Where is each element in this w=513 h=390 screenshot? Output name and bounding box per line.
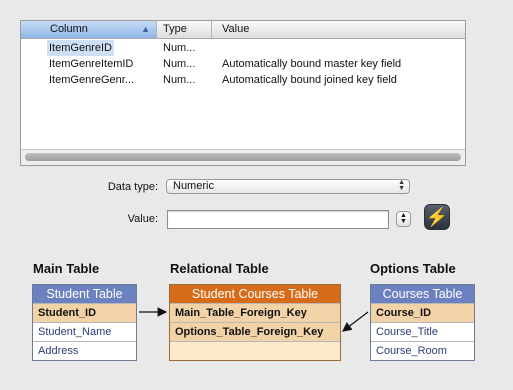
inspector-pane: Column ▲ Type Value ItemGenreID Num... I… xyxy=(0,0,513,390)
relationship-arrows xyxy=(139,307,369,332)
arrow-course-to-relational xyxy=(342,311,369,332)
